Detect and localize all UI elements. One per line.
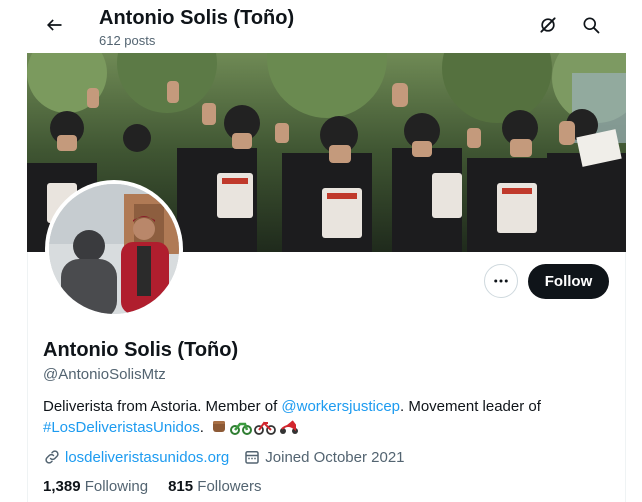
- profile-name: Antonio Solis (Toño): [43, 339, 239, 361]
- hashtag-link[interactable]: #LosDeliveristasUnidos: [43, 419, 200, 436]
- more-options-button[interactable]: [484, 264, 518, 298]
- link-icon: [45, 450, 59, 464]
- follow-button[interactable]: Follow: [528, 264, 609, 299]
- back-arrow-icon: [47, 19, 62, 31]
- followers-count: 815: [168, 478, 194, 495]
- mention-link[interactable]: @workersjusticep: [281, 398, 400, 415]
- website-link[interactable]: losdeliveristasunidos.org: [65, 449, 229, 466]
- website-item: losdeliveristasunidos.org: [43, 448, 229, 466]
- bio-text: . Movement leader of: [400, 398, 541, 415]
- search-button[interactable]: [574, 8, 608, 42]
- joined-item: Joined October 2021: [243, 448, 405, 466]
- followers-link[interactable]: 815 Followers: [168, 478, 261, 495]
- back-button[interactable]: [37, 8, 71, 42]
- more-dots-icon: [494, 279, 508, 283]
- following-count: 1,389: [43, 478, 81, 495]
- profile-meta: losdeliveristasunidos.org Joined October…: [43, 447, 419, 467]
- profile-avatar[interactable]: [45, 180, 183, 318]
- profile-handle: @AntonioSolisMtz: [43, 366, 166, 383]
- raised-fist-icon: [213, 421, 226, 432]
- header-title: Antonio Solis (Toño): [99, 7, 295, 29]
- posts-count: 612 posts: [99, 33, 156, 48]
- grok-icon: [540, 17, 556, 33]
- grok-button[interactable]: [531, 8, 565, 42]
- profile-stats: 1,389 Following 815 Followers: [43, 478, 281, 495]
- avatar-photo: [49, 184, 179, 314]
- left-frame: [0, 0, 28, 502]
- joined-date: Joined October 2021: [265, 448, 405, 466]
- profile-header: Antonio Solis (Toño) 612 posts: [27, 0, 626, 53]
- calendar-icon: [245, 451, 260, 464]
- followers-label: Followers: [197, 478, 262, 495]
- search-icon: [583, 17, 600, 34]
- bio-text: .: [199, 419, 209, 436]
- motorcycle-icon: [230, 422, 253, 435]
- bicycle-icon: [254, 421, 276, 435]
- following-link[interactable]: 1,389 Following: [43, 478, 148, 495]
- profile-bio: Deliverista from Astoria. Member of @wor…: [43, 396, 603, 438]
- right-frame: [625, 0, 642, 502]
- scooter-icon: [280, 420, 299, 434]
- bio-text: Deliverista from Astoria. Member of: [43, 398, 282, 415]
- following-label: Following: [84, 478, 149, 495]
